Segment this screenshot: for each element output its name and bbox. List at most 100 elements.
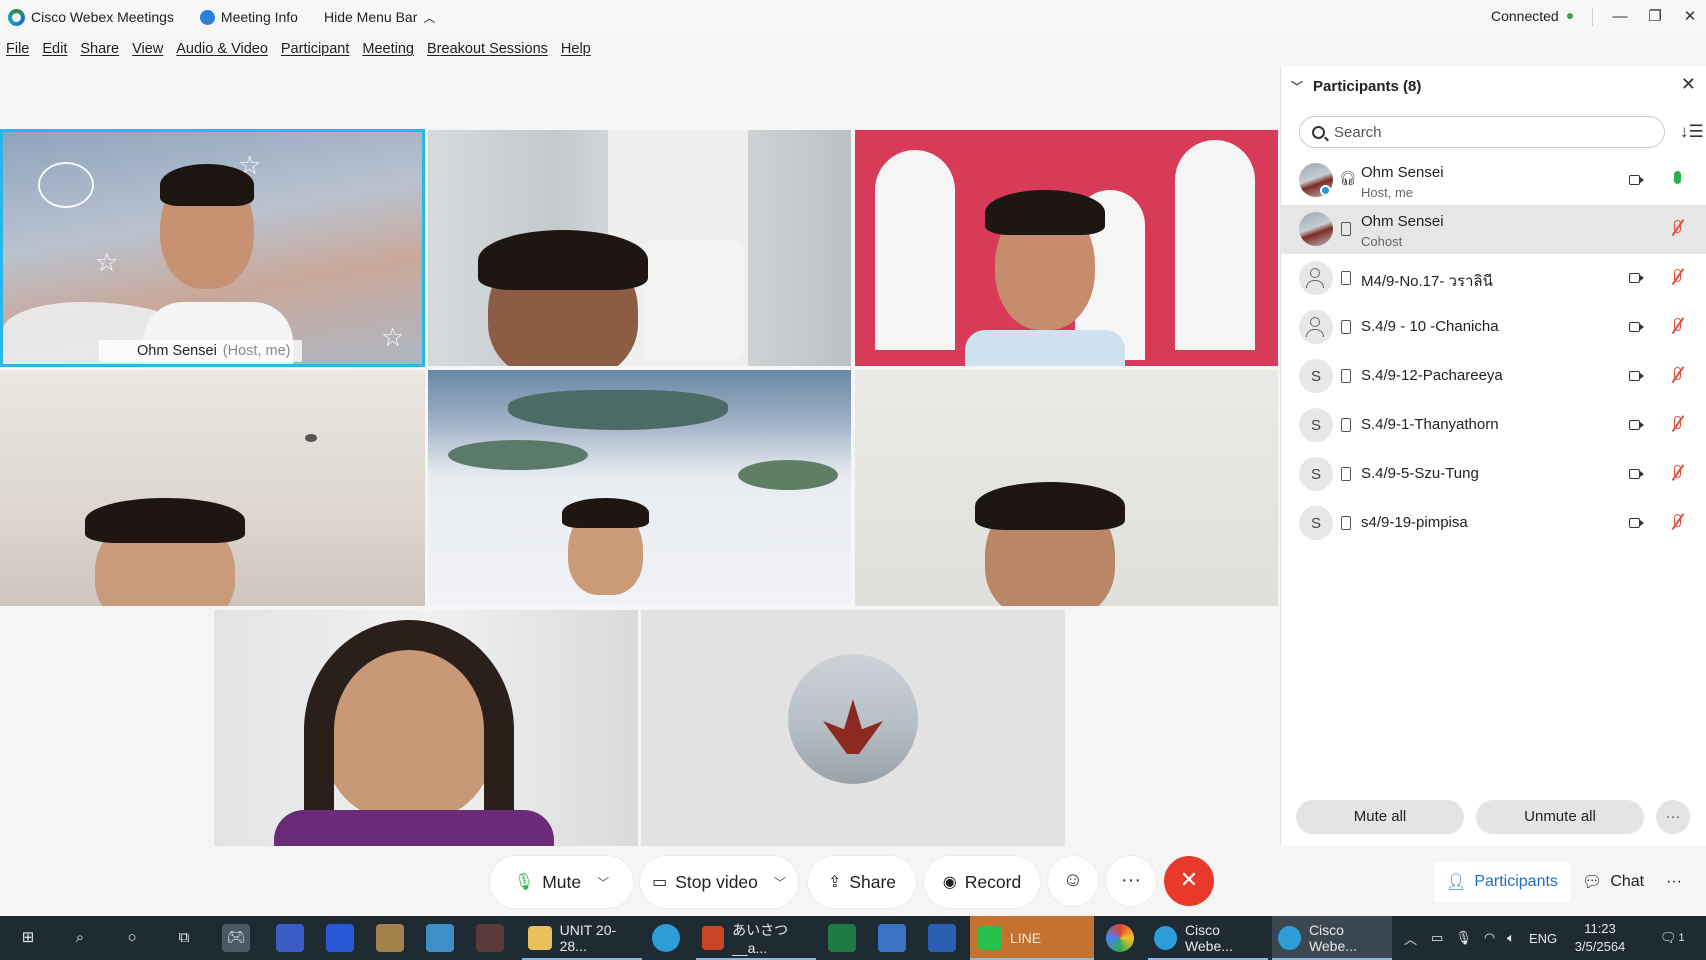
webex-icon[interactable] [652, 924, 680, 952]
menu-share[interactable]: Share [80, 41, 119, 57]
menu-view[interactable]: View [132, 41, 163, 57]
taskbar-app-webex[interactable]: Cisco Webe... [1148, 916, 1268, 960]
video-tile-host[interactable]: ☆ ☆ ☆ Ohm Sensei (Host, me) [0, 129, 425, 367]
windows-start-icon[interactable]: ⊞ [14, 924, 42, 952]
excel-icon[interactable] [828, 924, 856, 952]
mute-all-button[interactable]: Mute all [1296, 800, 1464, 834]
camera-icon[interactable] [1629, 469, 1640, 479]
taskbar-app-line[interactable]: LINE [970, 916, 1094, 960]
game-icon[interactable] [426, 924, 454, 952]
mic-muted-icon[interactable] [1674, 514, 1681, 527]
camera-icon[interactable] [1629, 371, 1640, 381]
video-tile-5[interactable] [428, 370, 851, 606]
game-controller-icon[interactable]: 🎮︎ [222, 924, 250, 952]
participant-row[interactable]: 🎧︎ Ohm Sensei Host, me [1281, 156, 1706, 205]
video-tile-6[interactable] [855, 370, 1278, 606]
sort-list-icon[interactable]: ↓☰ [1680, 122, 1704, 142]
participant-name: M4/9-No.17- วราลินี [1361, 273, 1493, 290]
cortana-icon[interactable]: ○ [118, 924, 146, 952]
clock[interactable]: 11:23 3/5/2564 [1560, 920, 1640, 956]
share-button[interactable]: ⇪ Share [808, 856, 916, 908]
stop-video-button[interactable]: ▭ Stop video ﹀ [640, 856, 798, 908]
chrome-icon[interactable] [1106, 924, 1134, 952]
more-options-button[interactable]: ··· [1106, 856, 1156, 906]
notifications-button[interactable]: 🗨︎ 1 [1660, 916, 1685, 960]
video-tile-7[interactable] [214, 610, 638, 846]
taskbar-app-webex-active[interactable]: Cisco Webe... [1272, 916, 1392, 960]
mic-muted-icon[interactable] [1674, 367, 1681, 380]
participants-tab-button[interactable]: 👤︎ Participants [1434, 861, 1570, 903]
participant-row[interactable]: M4/9-No.17- วราลินี [1281, 254, 1706, 303]
participant-role: Cohost [1361, 234, 1403, 249]
camera-icon[interactable] [1629, 518, 1640, 528]
menu-audio-video[interactable]: Audio & Video [176, 41, 268, 57]
camera-icon[interactable] [1629, 175, 1640, 185]
record-button[interactable]: ◉ Record [924, 856, 1040, 908]
menu-breakout-sessions[interactable]: Breakout Sessions [427, 41, 548, 57]
reactions-button[interactable]: ☺ [1048, 856, 1098, 906]
leave-meeting-button[interactable]: ✕ [1164, 856, 1214, 906]
host-hair [160, 164, 254, 206]
close-window-button[interactable]: ✕ [1675, 4, 1705, 30]
video-tile-8[interactable] [641, 610, 1065, 846]
mic-muted-icon[interactable] [1674, 416, 1681, 429]
task-view-icon[interactable]: ⧉ [170, 924, 198, 952]
participant-search-input[interactable]: Search [1299, 116, 1665, 148]
camera-icon[interactable] [1629, 420, 1640, 430]
participant-row[interactable]: S S.4/9-12-Pachareeya [1281, 352, 1706, 401]
app-icon[interactable] [878, 924, 906, 952]
windows-taskbar: ⊞ ⌕ ○ ⧉ 🎮︎ UNIT 20-28... あいさつ__a... LINE… [0, 916, 1706, 960]
unmute-all-button[interactable]: Unmute all [1476, 800, 1644, 834]
menu-meeting[interactable]: Meeting [362, 41, 414, 57]
menu-help[interactable]: Help [561, 41, 591, 57]
menu-participant[interactable]: Participant [281, 41, 350, 57]
chevron-down-icon[interactable]: ﹀ [597, 874, 609, 891]
mute-label: Mute [542, 871, 582, 892]
participant-row[interactable]: S S.4/9-5-Szu-Tung [1281, 450, 1706, 499]
mic-muted-icon[interactable] [1674, 318, 1681, 331]
participant-row[interactable]: S S.4/9-1-Thanyathorn [1281, 401, 1706, 450]
game-icon[interactable] [376, 924, 404, 952]
app-icon[interactable] [326, 924, 354, 952]
video-tile-4[interactable] [0, 370, 425, 606]
word-icon[interactable] [928, 924, 956, 952]
video-tile-2[interactable] [428, 130, 851, 366]
participant-row[interactable]: S.4/9 - 10 -Chanicha [1281, 303, 1706, 352]
microphone-icon[interactable]: 🎙︎ [1455, 930, 1472, 946]
menu-file[interactable]: File [6, 41, 29, 57]
hide-menu-bar-button[interactable]: Hide Menu Bar ︿ [324, 9, 435, 26]
mic-muted-icon[interactable] [1674, 269, 1681, 282]
taskbar-app-folder[interactable]: UNIT 20-28... [522, 916, 642, 960]
battery-icon[interactable]: ▭ [1431, 930, 1443, 946]
app-icon[interactable] [276, 924, 304, 952]
restore-button[interactable]: ❐ [1640, 4, 1670, 30]
webex-icon [1278, 926, 1301, 950]
wifi-icon[interactable]: ◠ [1484, 930, 1495, 946]
minimize-button[interactable]: — [1605, 4, 1635, 30]
mute-button[interactable]: 🎙︎ Mute ﹀ [490, 856, 633, 908]
search-icon[interactable]: ⌕ [66, 924, 94, 952]
participant-row[interactable]: Ohm Sensei Cohost [1281, 205, 1706, 254]
video-tile-3[interactable] [855, 130, 1278, 366]
menu-edit[interactable]: Edit [42, 41, 67, 57]
panel-more-button[interactable]: ··· [1656, 800, 1690, 834]
participants-header[interactable]: ﹀ Participants (8) [1291, 78, 1421, 95]
camera-icon[interactable] [1629, 273, 1640, 283]
mic-on-icon[interactable] [1674, 171, 1681, 184]
paper-crane-icon [823, 699, 883, 754]
mic-muted-icon[interactable] [1674, 465, 1681, 478]
game-icon[interactable] [476, 924, 504, 952]
chevron-down-icon[interactable]: ﹀ [774, 874, 786, 891]
avatar [1299, 261, 1333, 295]
chevron-up-icon[interactable]: ︿ [1404, 929, 1417, 948]
language-indicator[interactable]: ENG [1529, 931, 1557, 946]
meeting-info-button[interactable]: Meeting Info [199, 9, 298, 25]
chat-button[interactable]: 💬︎ Chat [1572, 861, 1654, 903]
close-panel-button[interactable]: ✕ [1681, 74, 1696, 95]
right-more-button[interactable]: ··· [1660, 861, 1688, 903]
camera-icon[interactable] [1629, 322, 1640, 332]
taskbar-app-powerpoint[interactable]: あいさつ__a... [696, 916, 816, 960]
participant-row[interactable]: S s4/9-19-pimpisa [1281, 499, 1706, 548]
volume-icon[interactable]: 🔈︎ [1507, 930, 1515, 946]
mic-muted-icon[interactable] [1674, 220, 1681, 233]
